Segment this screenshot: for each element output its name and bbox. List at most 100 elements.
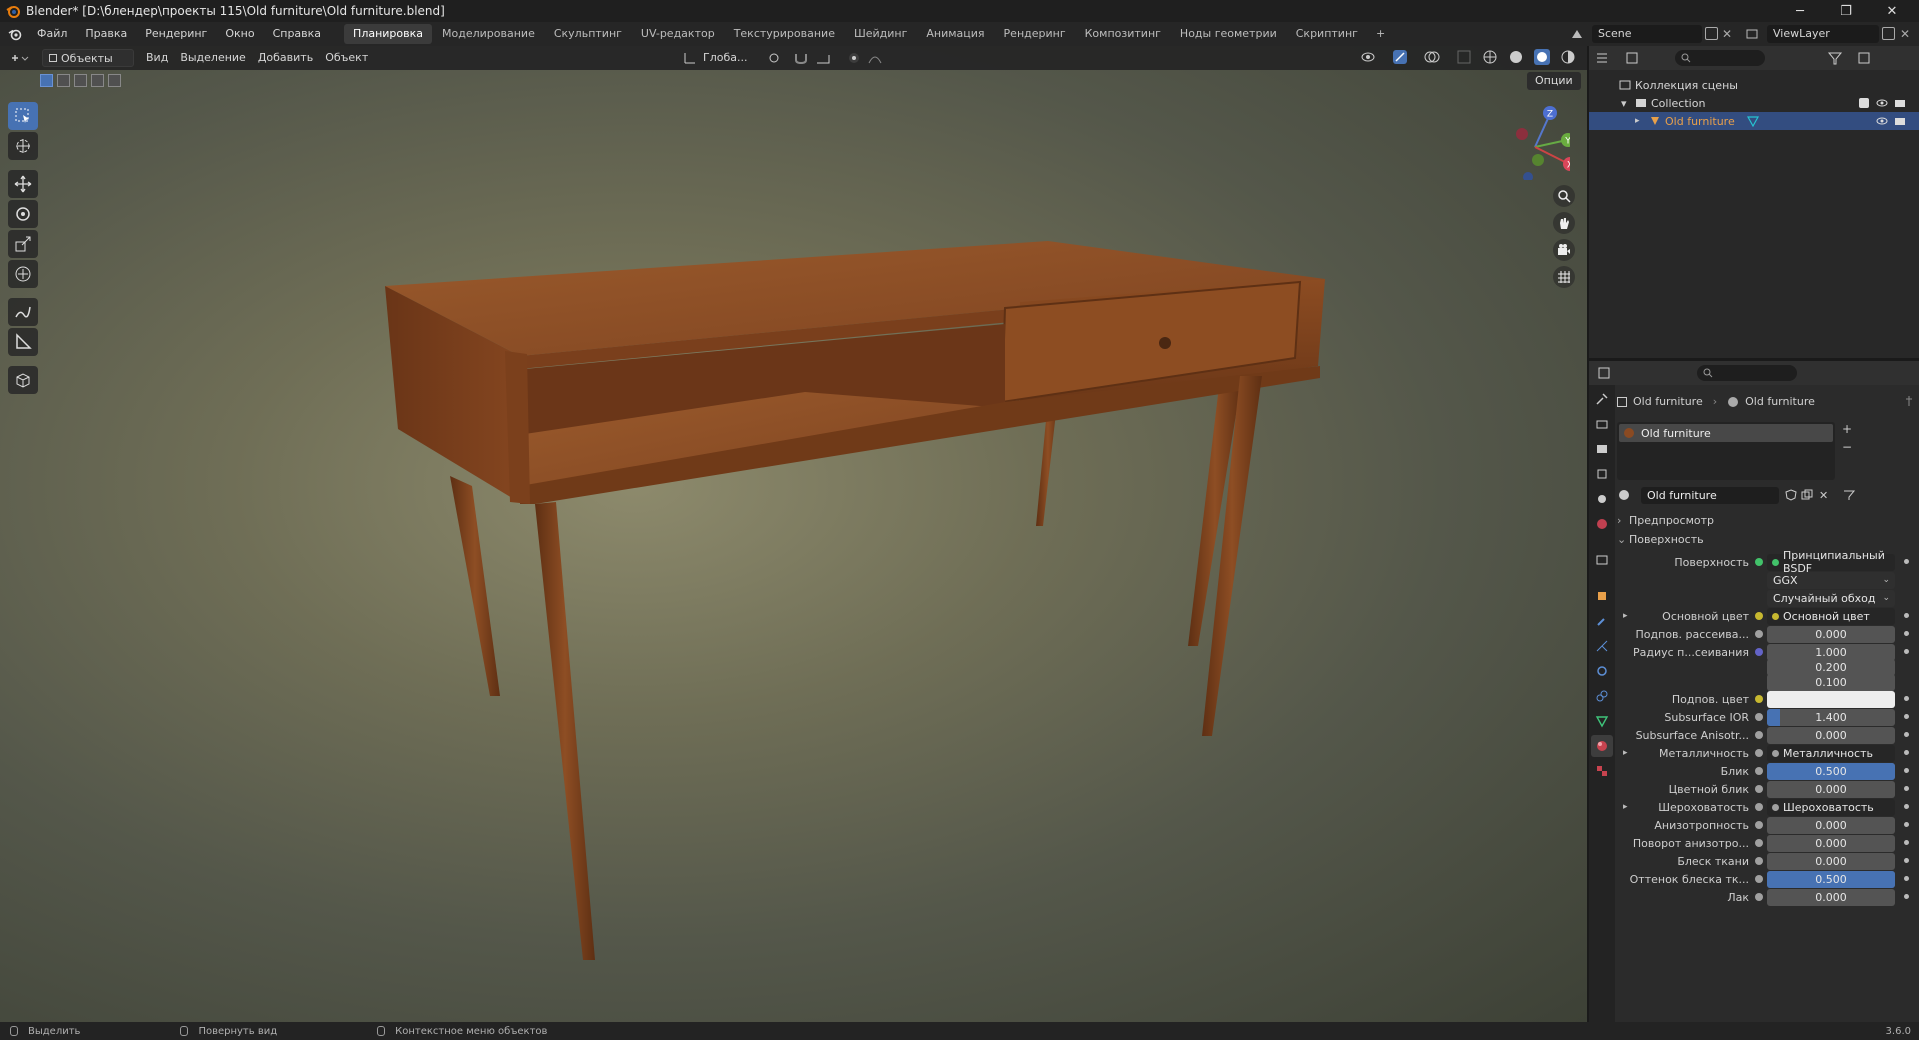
workspace-tab[interactable]: Анимация <box>917 24 993 44</box>
workspace-tab[interactable]: Скульптинг <box>545 24 631 44</box>
editor-type-icon[interactable] <box>10 51 30 65</box>
color-field[interactable] <box>1767 690 1895 708</box>
browse-material-icon[interactable] <box>1617 488 1631 502</box>
surface-panel-header[interactable]: ⌄ Поверхность <box>1617 531 1919 547</box>
select-extend-icon[interactable] <box>57 73 70 87</box>
number-field[interactable]: 0.000 <box>1767 888 1895 906</box>
proportional-edit-icon[interactable] <box>847 51 861 65</box>
workspace-tab[interactable]: Рендеринг <box>995 24 1075 44</box>
delete-scene-icon[interactable]: ✕ <box>1722 27 1732 41</box>
number-field[interactable]: 0.100 <box>1767 673 1895 691</box>
number-field[interactable]: 0.000 <box>1767 852 1895 870</box>
workspace-tab[interactable]: Скриптинг <box>1287 24 1367 44</box>
viewport-menu-item[interactable]: Вид <box>140 49 174 67</box>
constraints-tab[interactable] <box>1591 685 1613 707</box>
scene-selector[interactable]: Scene <box>1592 25 1702 43</box>
overlays-icon[interactable] <box>1424 49 1446 65</box>
mode-selector[interactable]: Объекты <box>42 49 134 67</box>
outliner-search-input[interactable] <box>1675 50 1765 66</box>
duplicate-material-icon[interactable] <box>1801 489 1813 501</box>
keyframe-dot-icon[interactable] <box>1904 649 1909 654</box>
transform-orientation-dropdown[interactable]: Глоба... <box>697 49 753 67</box>
socket-icon[interactable] <box>1755 731 1763 739</box>
pivot-icon[interactable] <box>767 51 785 65</box>
menu-item[interactable]: Справка <box>264 22 330 46</box>
properties-search-input[interactable] <box>1697 365 1797 381</box>
pan-button[interactable] <box>1553 212 1575 234</box>
socket-icon[interactable] <box>1755 821 1763 829</box>
socket-icon[interactable] <box>1755 803 1763 811</box>
number-field[interactable]: 1.400 <box>1767 708 1895 726</box>
socket-icon[interactable] <box>1755 857 1763 865</box>
select-intersect-icon[interactable] <box>108 73 121 87</box>
linked-input-field[interactable]: Шероховатость <box>1767 798 1895 816</box>
add-workspace-button[interactable]: + <box>1367 24 1394 44</box>
outliner-row-object[interactable]: ▸ Old furniture <box>1589 112 1919 130</box>
expand-socket-icon[interactable]: ▸ <box>1623 611 1628 621</box>
socket-icon[interactable] <box>1755 785 1763 793</box>
filter-icon[interactable] <box>1827 51 1847 65</box>
object-eye-icon[interactable] <box>1876 115 1888 127</box>
keyframe-dot-icon[interactable] <box>1904 768 1909 773</box>
material-shading-icon[interactable] <box>1534 49 1550 65</box>
menu-item[interactable]: Правка <box>76 22 136 46</box>
keyframe-dot-icon[interactable] <box>1904 822 1909 827</box>
viewport-menu-item[interactable]: Выделение <box>174 49 252 67</box>
outliner-editor-icon[interactable] <box>1595 51 1617 65</box>
socket-icon[interactable] <box>1755 713 1763 721</box>
select-new-icon[interactable] <box>40 73 53 87</box>
render-tab[interactable] <box>1591 413 1613 435</box>
keyframe-dot-icon[interactable] <box>1904 786 1909 791</box>
socket-icon[interactable] <box>1755 875 1763 883</box>
menu-item[interactable]: Рендеринг <box>136 22 216 46</box>
object-render-icon[interactable] <box>1894 115 1906 127</box>
new-scene-icon[interactable] <box>1705 27 1718 40</box>
add-cube-tool[interactable] <box>8 366 38 394</box>
expand-socket-icon[interactable]: ▸ <box>1623 748 1628 758</box>
visibility-icon[interactable] <box>1360 49 1382 65</box>
menu-item[interactable]: Окно <box>216 22 263 46</box>
ortho-toggle-button[interactable] <box>1553 266 1575 288</box>
wireframe-shading-icon[interactable] <box>1482 49 1498 65</box>
number-field[interactable]: 0.000 <box>1767 625 1895 643</box>
view-layer-selector[interactable]: ViewLayer <box>1767 25 1879 43</box>
workspace-tab[interactable]: Моделирование <box>433 24 544 44</box>
delete-view-layer-icon[interactable]: ✕ <box>1900 27 1910 41</box>
linked-input-field[interactable]: Принципиальный BSDF <box>1767 549 1895 575</box>
socket-icon[interactable] <box>1755 648 1763 656</box>
zoom-button[interactable] <box>1553 185 1575 207</box>
scene-tab[interactable] <box>1591 488 1613 510</box>
remove-slot-button[interactable]: − <box>1842 440 1852 454</box>
properties-editor-icon[interactable] <box>1597 366 1619 380</box>
keyframe-dot-icon[interactable] <box>1904 732 1909 737</box>
socket-icon[interactable] <box>1755 767 1763 775</box>
physics-tab[interactable] <box>1591 660 1613 682</box>
number-field[interactable]: 0.000 <box>1767 726 1895 744</box>
node-tree-filter-icon[interactable] <box>1842 489 1860 501</box>
scale-tool[interactable] <box>8 230 38 258</box>
mesh-data-icon[interactable] <box>1746 115 1759 127</box>
keyframe-dot-icon[interactable] <box>1904 858 1909 863</box>
viewport-menu-item[interactable]: Добавить <box>252 49 319 67</box>
expand-socket-icon[interactable]: ▸ <box>1623 802 1628 812</box>
dropdown-field[interactable]: Случайный обход ⌄ <box>1767 589 1895 607</box>
eye-icon[interactable] <box>1876 97 1888 109</box>
material-name-field[interactable]: Old furniture <box>1641 486 1779 504</box>
linked-input-field[interactable]: Металличность <box>1767 744 1895 762</box>
keyframe-dot-icon[interactable] <box>1904 876 1909 881</box>
collection-tab[interactable] <box>1591 549 1613 571</box>
number-field[interactable]: 0.000 <box>1767 780 1895 798</box>
socket-icon[interactable] <box>1755 839 1763 847</box>
navigation-gizmo[interactable]: Z Y X <box>1500 100 1570 180</box>
unlink-material-icon[interactable]: ✕ <box>1819 489 1828 502</box>
number-field[interactable]: 0.500 <box>1767 870 1895 888</box>
new-collection-icon[interactable] <box>1857 51 1871 65</box>
workspace-tab[interactable]: Текстурирование <box>725 24 844 44</box>
measure-tool[interactable] <box>8 328 38 356</box>
number-field[interactable]: 0.500 <box>1767 762 1895 780</box>
material-slot-list[interactable]: Old furniture <box>1617 422 1835 480</box>
texture-tab[interactable] <box>1591 760 1613 782</box>
cursor-tool[interactable] <box>8 132 38 160</box>
socket-icon[interactable] <box>1755 612 1763 620</box>
workspace-tab[interactable]: Ноды геометрии <box>1171 24 1286 44</box>
